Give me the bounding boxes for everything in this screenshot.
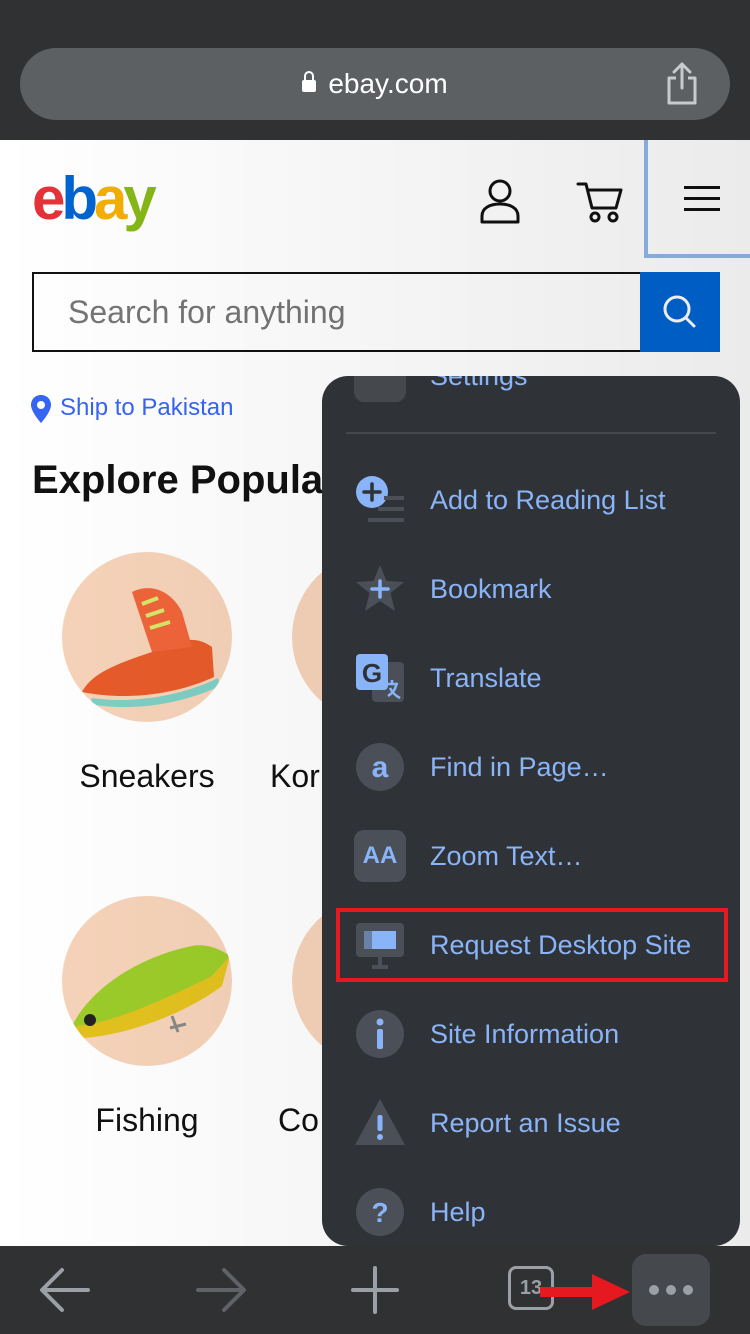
back-arrow-icon[interactable]: [38, 1246, 92, 1334]
svg-text:a: a: [372, 751, 389, 784]
category-tile[interactable]: Fishing: [62, 896, 232, 1139]
lock-icon: [302, 71, 317, 92]
url-text: ebay.com: [328, 68, 448, 99]
info-icon: [356, 1010, 404, 1058]
more-menu-button[interactable]: [632, 1254, 710, 1326]
share-icon[interactable]: [664, 62, 700, 106]
fishing-lure-image: [72, 945, 230, 1038]
svg-text:G: G: [362, 658, 382, 688]
category-image: [62, 896, 232, 1066]
menu-item-label: Report an Issue: [430, 1108, 621, 1138]
menu-item-help[interactable]: ? Help: [322, 1172, 740, 1246]
menu-item-translate[interactable]: G Translate: [322, 638, 740, 718]
explore-heading: Explore Popula: [32, 458, 324, 502]
menu-item-label: Site Information: [430, 1019, 620, 1049]
ship-to-link[interactable]: Ship to Pakistan: [30, 390, 233, 426]
menu-item-zoom-text[interactable]: AA Zoom Text…: [322, 816, 740, 896]
menu-item-label: Settings: [430, 376, 528, 391]
new-tab-plus-icon[interactable]: [350, 1246, 400, 1334]
add-reading-list-icon: [356, 476, 404, 522]
location-pin-icon: [31, 394, 51, 423]
red-arrow-annotation: [540, 1274, 630, 1310]
category-image: [62, 552, 232, 722]
menu-item-label: Find in Page…: [430, 752, 609, 782]
ebay-logo[interactable]: ebay: [32, 164, 157, 233]
sneaker-image: [82, 588, 220, 708]
address-bar[interactable]: ebay.com: [20, 48, 730, 120]
url-display: ebay.com: [20, 48, 730, 120]
menu-item-bookmark[interactable]: Bookmark: [322, 549, 740, 629]
gear-icon: [354, 376, 406, 402]
menu-item-label: Zoom Text…: [430, 841, 583, 871]
forward-arrow-icon[interactable]: [194, 1246, 248, 1334]
find-in-page-icon: a: [356, 743, 404, 791]
browser-top-bar: ebay.com: [0, 0, 750, 140]
hamburger-icon: [684, 186, 720, 211]
menu-item-find-in-page[interactable]: a Find in Page…: [322, 727, 740, 807]
menu-item-add-reading-list[interactable]: Add to Reading List: [322, 460, 740, 540]
ship-to-text: Ship to Pakistan: [60, 394, 234, 421]
help-icon: ?: [356, 1188, 404, 1236]
highlight-box: [336, 908, 728, 982]
bookmark-star-icon: [356, 565, 404, 611]
menu-divider: [346, 432, 716, 434]
account-icon[interactable]: [478, 178, 522, 224]
menu-item-label: Add to Reading List: [430, 485, 666, 515]
search-bar: [32, 272, 720, 352]
search-icon: [663, 295, 696, 328]
menu-item-report-issue[interactable]: Report an Issue: [322, 1083, 740, 1163]
search-button[interactable]: [640, 272, 720, 352]
zoom-text-icon: AA: [354, 830, 406, 882]
cart-icon[interactable]: [576, 178, 624, 224]
menu-item-label: Help: [430, 1197, 486, 1227]
site-menu-button[interactable]: [644, 140, 750, 258]
more-dots-icon: [649, 1285, 693, 1295]
category-label: Fishing: [95, 1102, 199, 1138]
search-input[interactable]: [32, 272, 642, 352]
menu-item-label: Bookmark: [430, 574, 552, 604]
warning-icon: [355, 1099, 405, 1145]
menu-item-label: Translate: [430, 663, 542, 693]
menu-item-settings[interactable]: Settings: [322, 376, 740, 416]
menu-item-site-information[interactable]: Site Information: [322, 994, 740, 1074]
category-label: Sneakers: [79, 758, 215, 794]
browser-bottom-toolbar: 13: [0, 1246, 750, 1334]
svg-text:?: ?: [371, 1197, 388, 1228]
translate-icon: G: [356, 654, 404, 702]
browser-overflow-menu: Settings Add to Reading List Bookmark G …: [322, 376, 740, 1246]
category-tile[interactable]: Sneakers: [62, 552, 232, 795]
